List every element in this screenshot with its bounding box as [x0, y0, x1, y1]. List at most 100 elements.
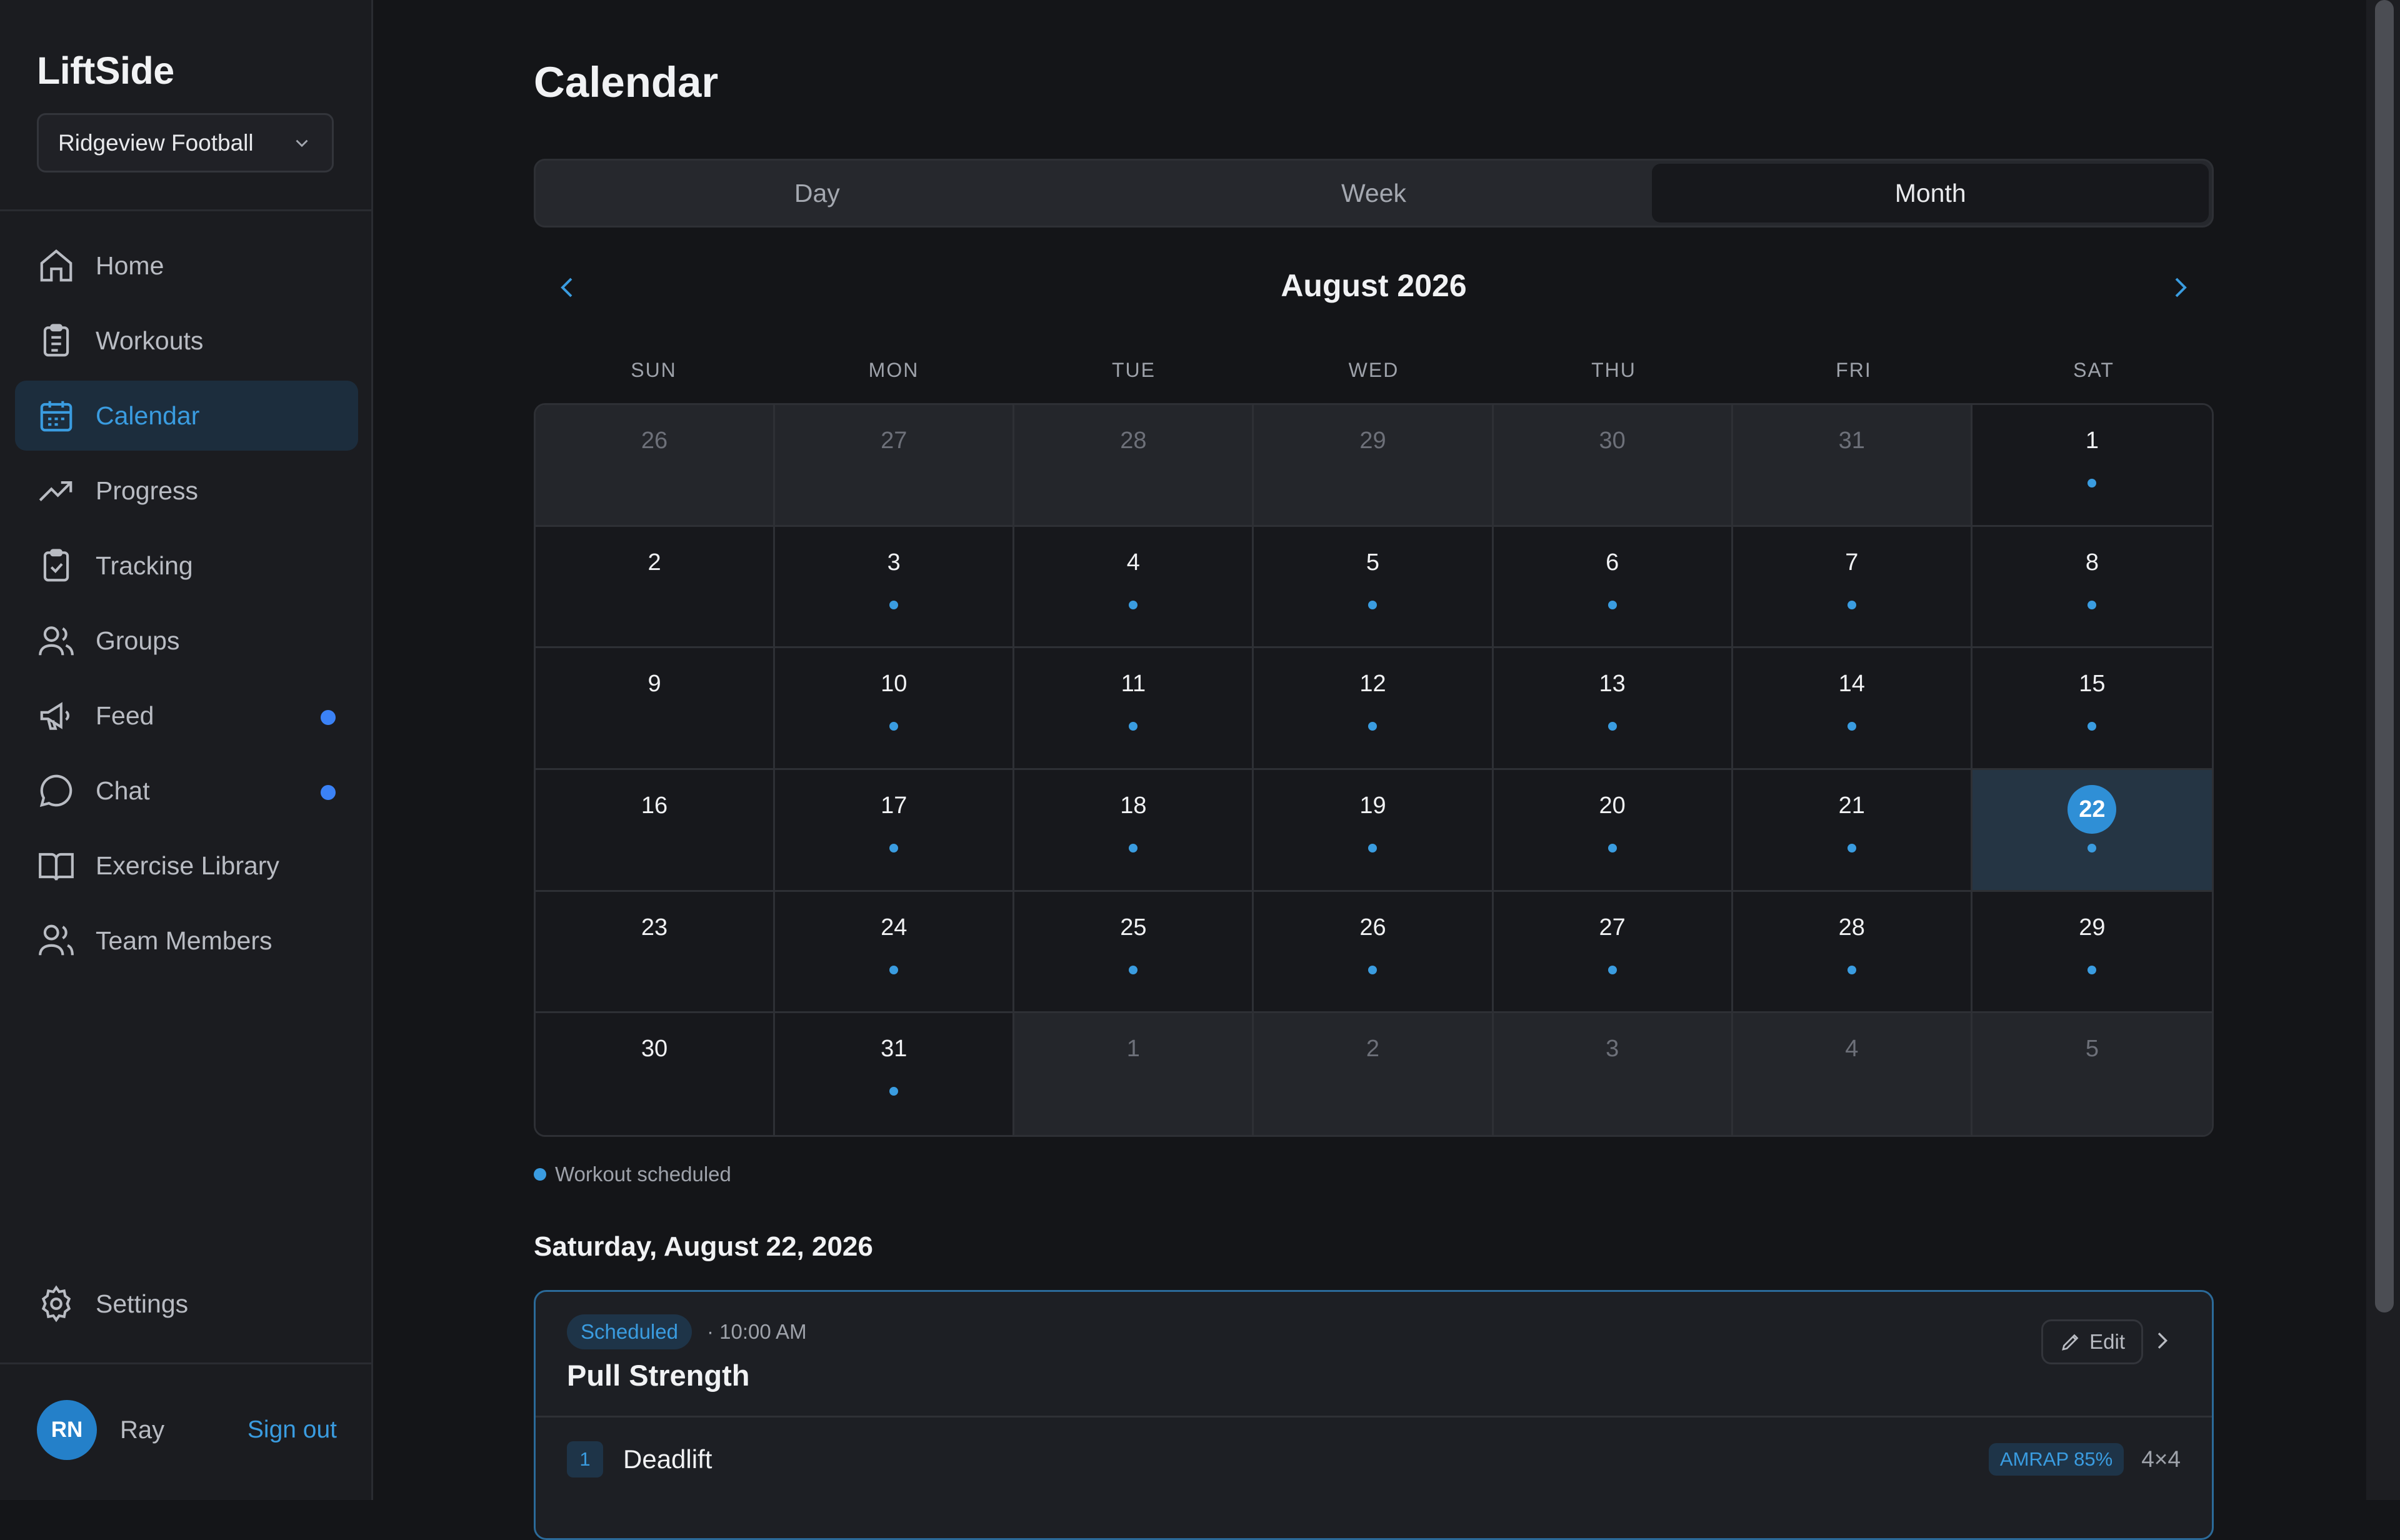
sidebar-divider — [0, 209, 371, 211]
calendar-day[interactable]: 28 — [1014, 405, 1254, 527]
sidebar-item-label: Feed — [96, 701, 154, 730]
calendar-day[interactable]: 2 — [1254, 1013, 1494, 1135]
calendar-day[interactable]: 15 — [1972, 648, 2212, 770]
day-number: 19 — [1359, 792, 1386, 819]
tab-day[interactable]: Day — [539, 164, 1096, 222]
view-switcher: Day Week Month — [534, 159, 2214, 228]
calendar-day[interactable]: 21 — [1732, 770, 1972, 892]
calendar-day[interactable]: 10 — [775, 648, 1015, 770]
calendar-day[interactable]: 5 — [1972, 1013, 2212, 1135]
day-number: 20 — [1599, 792, 1626, 819]
day-number: 1 — [2085, 428, 2099, 454]
workout-dot — [1608, 722, 1617, 731]
calendar-day[interactable]: 1 — [1972, 405, 2212, 527]
avatar[interactable]: RN — [37, 1400, 97, 1460]
weekday-label: THU — [1591, 359, 1636, 381]
scrollbar-thumb[interactable] — [2375, 0, 2394, 1312]
pencil-icon — [2062, 1334, 2079, 1351]
day-number: 15 — [2079, 671, 2106, 698]
day-number: 18 — [1120, 792, 1147, 819]
calendar-day[interactable]: 31 — [1732, 405, 1972, 527]
workout-dot — [889, 722, 899, 731]
sidebar-item-label: Groups — [96, 626, 180, 655]
scrollbar[interactable] — [2366, 0, 2400, 1500]
calendar-day[interactable]: 17 — [775, 770, 1015, 892]
day-number: 12 — [1359, 671, 1386, 698]
sidebar-item-label: Tracking — [96, 551, 193, 580]
tab-month[interactable]: Month — [1652, 164, 2209, 222]
calendar-day[interactable]: 4 — [1014, 526, 1254, 649]
tab-week[interactable]: Week — [1096, 164, 1652, 222]
calendar-day[interactable]: 1 — [1014, 1013, 1254, 1135]
calendar-legend: Workout scheduled — [534, 1162, 731, 1186]
calendar-day[interactable]: 5 — [1254, 526, 1494, 649]
calendar-day[interactable]: 23 — [536, 891, 776, 1014]
workout-dot — [889, 844, 899, 852]
day-number: 14 — [1838, 671, 1865, 698]
calendar-day[interactable]: 11 — [1014, 648, 1254, 770]
calendar-day[interactable]: 13 — [1493, 648, 1733, 770]
calendar-day[interactable]: 26 — [536, 405, 776, 527]
calendar-day[interactable]: 9 — [536, 648, 776, 770]
workout-card[interactable]: Scheduled · 10:00 AM Pull Strength Edit … — [534, 1290, 2214, 1540]
sign-out-link[interactable]: Sign out — [248, 1416, 337, 1444]
calendar-day[interactable]: 31 — [775, 1013, 1015, 1135]
calendar-day[interactable]: 6 — [1493, 526, 1733, 649]
sidebar-item-label: Chat — [96, 776, 150, 805]
sidebar-item-exercise-library[interactable]: Exercise Library — [15, 831, 358, 901]
workout-dot — [889, 965, 899, 974]
sidebar-item-workouts[interactable]: Workouts — [15, 306, 358, 376]
clipboard-check-icon — [43, 549, 69, 582]
calendar-day[interactable]: 30 — [536, 1013, 776, 1135]
calendar-day[interactable]: 27 — [1493, 891, 1733, 1014]
calendar-day[interactable]: 3 — [775, 526, 1015, 649]
calendar-day[interactable]: 19 — [1254, 770, 1494, 892]
calendar-day[interactable]: 30 — [1493, 405, 1733, 527]
calendar-day[interactable]: 28 — [1732, 891, 1972, 1014]
chevron-right-icon[interactable] — [2149, 1328, 2174, 1353]
calendar-day[interactable]: 16 — [536, 770, 776, 892]
chevron-right-icon[interactable] — [2165, 272, 2195, 302]
weekday-label: TUE — [1112, 359, 1156, 381]
day-number: 26 — [1359, 914, 1386, 941]
sidebar-item-label: Team Members — [96, 926, 272, 955]
sidebar-item-team-members[interactable]: Team Members — [15, 906, 358, 976]
exercise-row[interactable]: 1 Deadlift AMRAP 85% 4×4 — [567, 1439, 2181, 1479]
calendar-day[interactable]: 20 — [1493, 770, 1733, 892]
day-number: 3 — [887, 549, 901, 576]
calendar-day[interactable]: 26 — [1254, 891, 1494, 1014]
calendar-day[interactable]: 7 — [1732, 526, 1972, 649]
calendar-day[interactable]: 12 — [1254, 648, 1494, 770]
calendar-day[interactable]: 3 — [1493, 1013, 1733, 1135]
calendar-day[interactable]: 29 — [1972, 891, 2212, 1014]
calendar-day[interactable]: 29 — [1254, 405, 1494, 527]
workout-title: Pull Strength — [567, 1359, 750, 1392]
team-selector[interactable]: Ridgeview Football — [37, 113, 334, 172]
exercise-name: Deadlift — [623, 1444, 712, 1474]
calendar-day[interactable]: 14 — [1732, 648, 1972, 770]
sidebar-item-progress[interactable]: Progress — [15, 456, 358, 526]
sidebar-item-feed[interactable]: Feed — [15, 681, 358, 751]
sidebar-item-calendar[interactable]: Calendar — [15, 381, 358, 451]
day-number: 5 — [2085, 1036, 2099, 1062]
sidebar-item-chat[interactable]: Chat — [15, 756, 358, 826]
sidebar-item-groups[interactable]: Groups — [15, 606, 358, 676]
workout-dot — [889, 1087, 899, 1096]
calendar-day[interactable]: 25 — [1014, 891, 1254, 1014]
day-number: 25 — [1120, 914, 1147, 941]
day-number: 10 — [881, 671, 908, 698]
calendar-icon — [40, 401, 72, 432]
workout-dot — [1368, 600, 1378, 609]
sidebar-item-tracking[interactable]: Tracking — [15, 531, 358, 601]
edit-button[interactable]: Edit — [2041, 1319, 2143, 1364]
calendar-day-selected[interactable]: 22 — [1972, 770, 2212, 892]
calendar-day[interactable]: 24 — [775, 891, 1015, 1014]
calendar-day[interactable]: 8 — [1972, 526, 2212, 649]
calendar-day[interactable]: 4 — [1732, 1013, 1972, 1135]
calendar-day[interactable]: 2 — [536, 526, 776, 649]
day-number: 28 — [1120, 428, 1147, 454]
calendar-day[interactable]: 18 — [1014, 770, 1254, 892]
sidebar-item-settings[interactable]: Settings — [15, 1269, 358, 1339]
calendar-day[interactable]: 27 — [775, 405, 1015, 527]
sidebar-item-home[interactable]: Home — [15, 231, 358, 301]
